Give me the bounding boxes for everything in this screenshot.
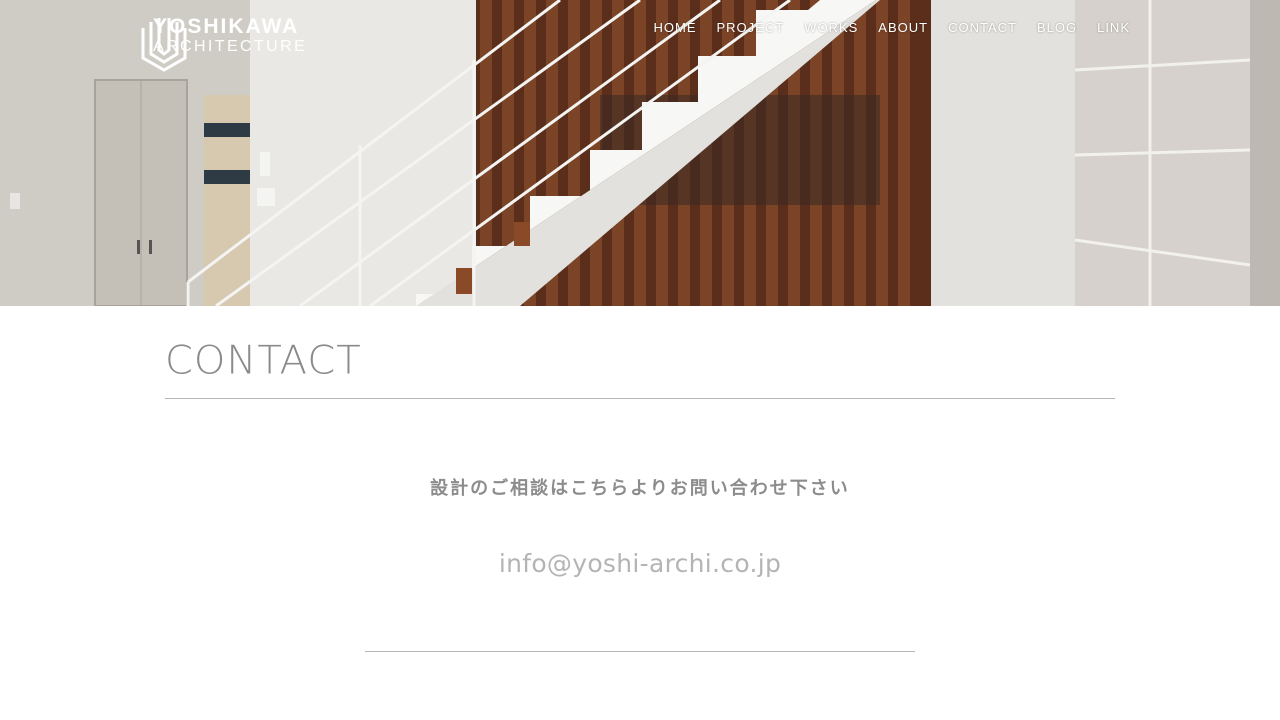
nav-project[interactable]: PROJECT [717,20,785,35]
hero-image: YOSHIKAWA ARCHITECTURE HOME PROJECT WORK… [0,0,1280,306]
nav-blog[interactable]: BLOG [1037,20,1077,35]
title-divider [165,398,1115,399]
nav-link[interactable]: LINK [1097,20,1130,35]
site-logo[interactable]: YOSHIKAWA ARCHITECTURE [140,16,307,72]
nav-works[interactable]: WORKS [804,20,858,35]
nav-home[interactable]: HOME [654,20,697,35]
contact-lead-text: 設計のご相談はこちらよりお問い合わせ下さい [430,478,850,499]
footer-divider [365,651,915,652]
logo-mark-icon [141,18,187,72]
contact-email-link[interactable]: info@yoshi-archi.co.jp [0,549,1280,578]
nav-about[interactable]: ABOUT [878,20,928,35]
main-nav: HOME PROJECT WORKS ABOUT CONTACT BLOG LI… [654,20,1131,35]
page-title: CONTACT [165,338,362,384]
nav-contact[interactable]: CONTACT [948,20,1017,35]
